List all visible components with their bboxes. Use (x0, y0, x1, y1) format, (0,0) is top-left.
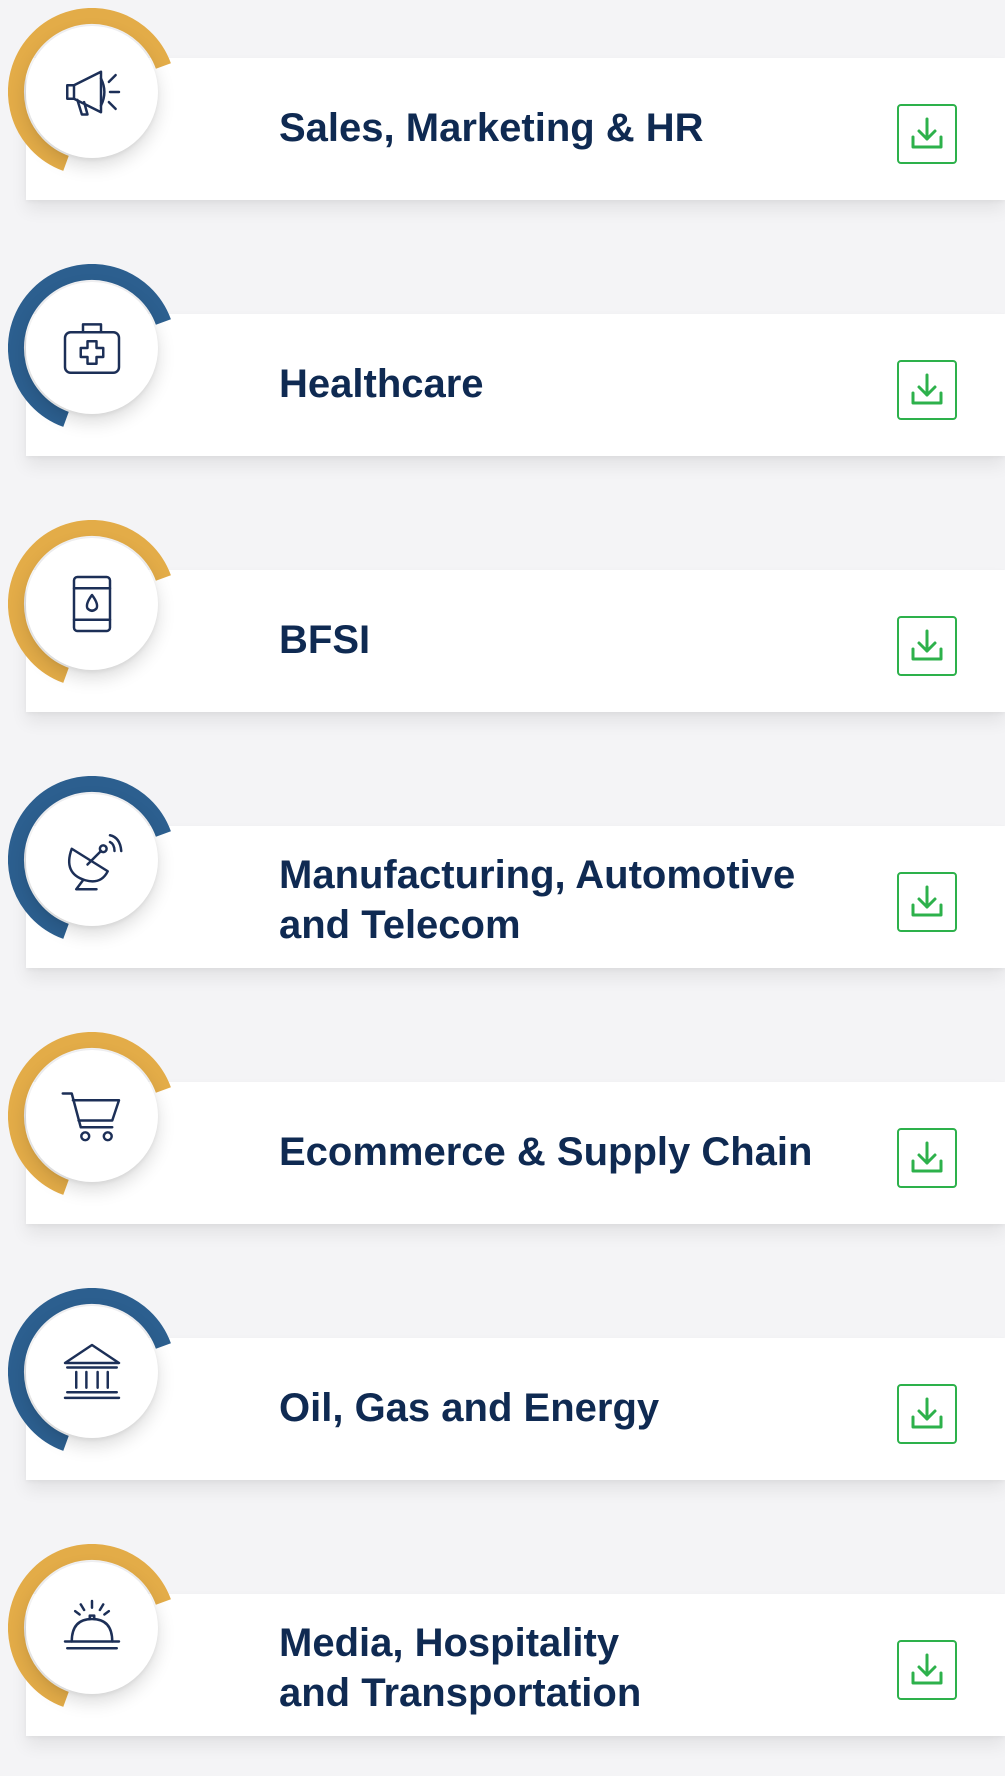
industry-title[interactable]: Media, Hospitality and Transportation (279, 1618, 879, 1718)
industry-row: Media, Hospitality and Transportation (0, 1536, 1005, 1776)
industry-title-line: Ecommerce & Supply Chain (279, 1130, 813, 1174)
icon-circle (26, 538, 158, 670)
industry-title-line: and Telecom (279, 903, 521, 947)
icon-circle (26, 1050, 158, 1182)
download-button[interactable] (897, 1384, 957, 1444)
industry-row: Manufacturing, Automotive and Telecom (0, 768, 1005, 1008)
icon-circle (26, 1562, 158, 1694)
industry-title[interactable]: BFSI (279, 615, 879, 665)
industry-title[interactable]: Oil, Gas and Energy (279, 1383, 879, 1433)
industry-list: Sales, Marketing & HR Healthcare BFSI Manuf… (0, 0, 1005, 1737)
icon-circle (26, 282, 158, 414)
download-button[interactable] (897, 104, 957, 164)
icon-circle (26, 1306, 158, 1438)
download-button[interactable] (897, 1128, 957, 1188)
industry-title[interactable]: Sales, Marketing & HR (279, 103, 879, 153)
industry-title[interactable]: Healthcare (279, 359, 879, 409)
industry-title-line: and Transportation (279, 1671, 642, 1715)
industry-title-line: Manufacturing, Automotive (279, 853, 796, 897)
industry-title[interactable]: Ecommerce & Supply Chain (279, 1127, 879, 1177)
industry-row: Sales, Marketing & HR (0, 0, 1005, 240)
industry-title[interactable]: Manufacturing, Automotive and Telecom (279, 850, 879, 950)
download-button[interactable] (897, 616, 957, 676)
industry-title-line: Media, Hospitality (279, 1621, 620, 1665)
industry-row: Ecommerce & Supply Chain (0, 1024, 1005, 1264)
industry-title-line: Healthcare (279, 362, 484, 406)
icon-circle (26, 794, 158, 926)
download-button[interactable] (897, 1640, 957, 1700)
industry-title-line: Sales, Marketing & HR (279, 106, 704, 150)
download-button[interactable] (897, 872, 957, 932)
industry-title-line: Oil, Gas and Energy (279, 1386, 660, 1430)
industry-row: BFSI (0, 512, 1005, 752)
industry-row: Healthcare (0, 256, 1005, 496)
industry-row: Oil, Gas and Energy (0, 1280, 1005, 1520)
industry-title-line: BFSI (279, 618, 371, 662)
icon-circle (26, 26, 158, 158)
download-button[interactable] (897, 360, 957, 420)
